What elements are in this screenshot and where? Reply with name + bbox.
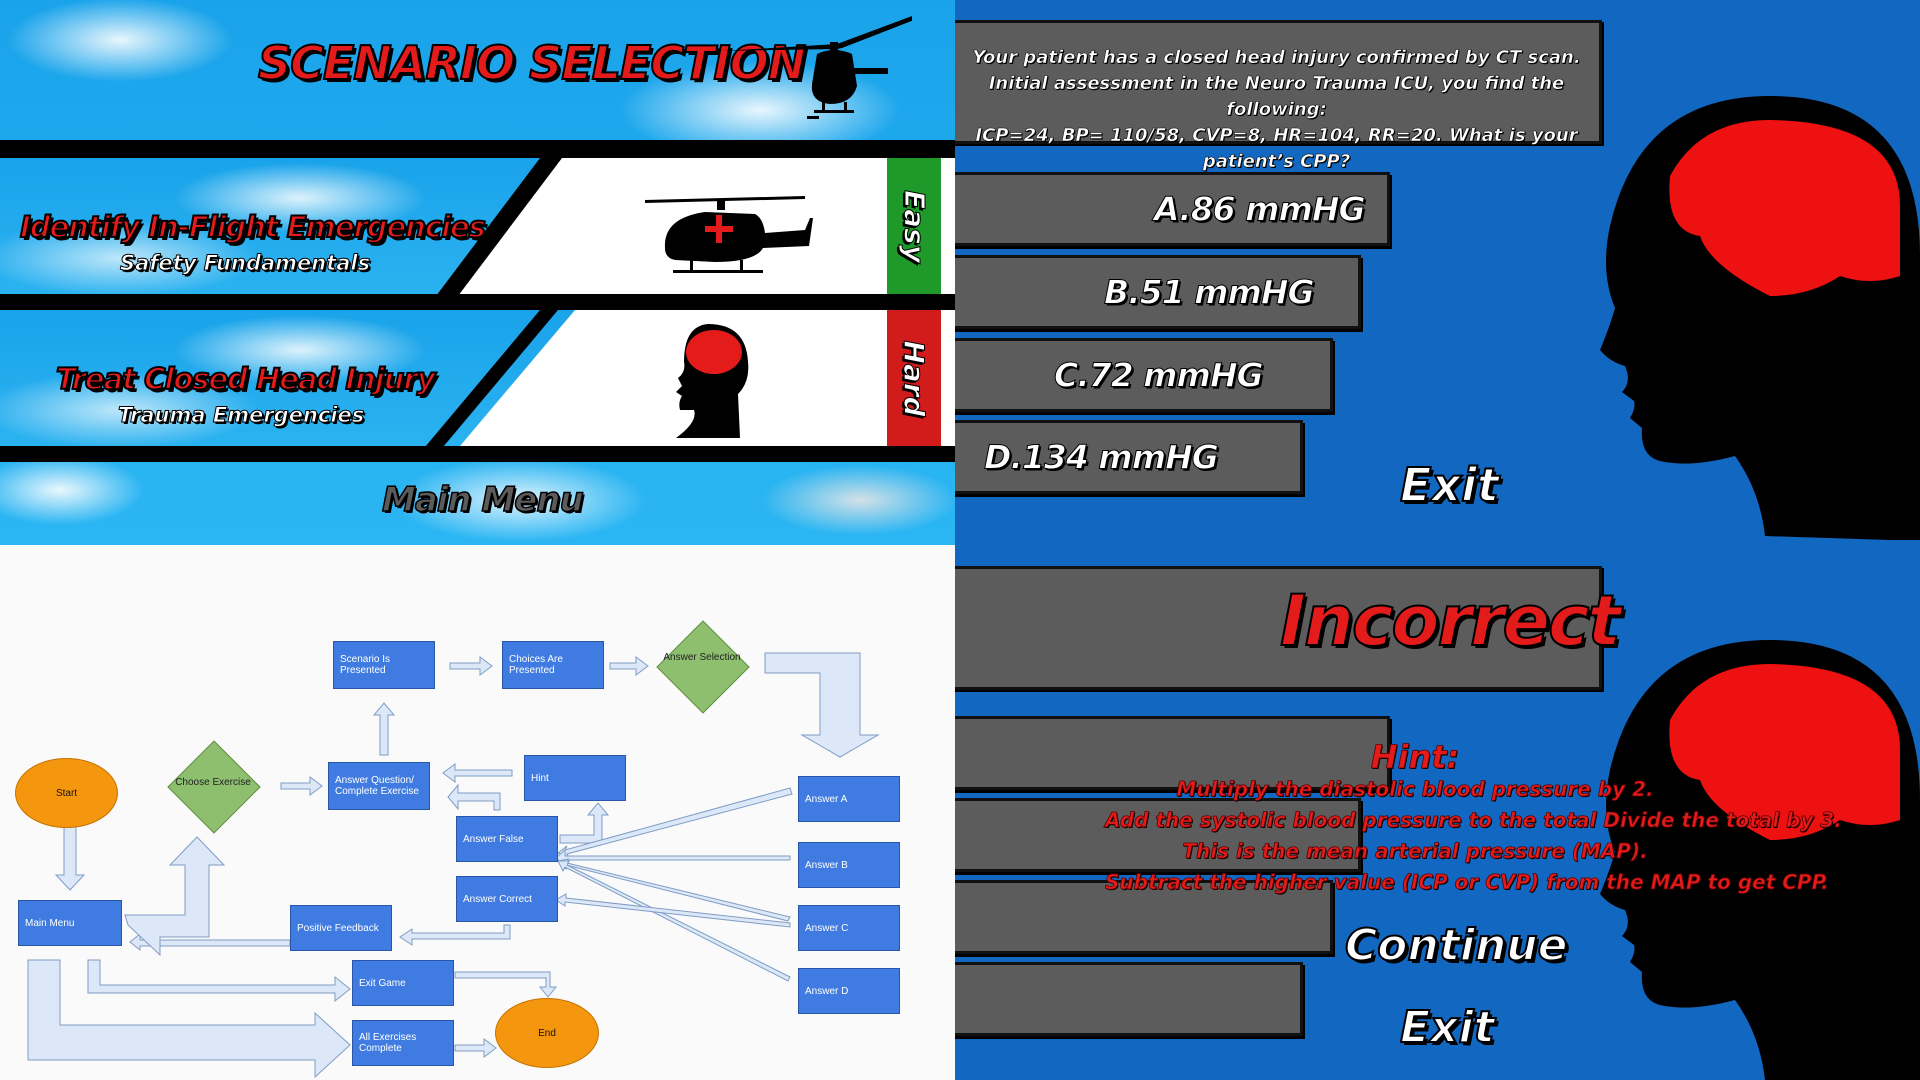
exit-button[interactable]: Exit	[1399, 1001, 1496, 1054]
flow-choose-exercise: Choose Exercise	[175, 777, 251, 788]
scenario-option-title: Treat Closed Head Injury	[55, 361, 437, 397]
answer-label: A.86 mmHG	[1154, 189, 1367, 229]
flow-choices-presented: Choices Are Presented	[502, 641, 604, 689]
answer-label: D.134 mmHG	[984, 437, 1220, 477]
result-text: Incorrect	[1279, 579, 1622, 663]
medical-helicopter-icon	[645, 196, 813, 273]
question-line: Your patient has a closed head injury co…	[972, 47, 1581, 69]
hint-title: Hint:	[1370, 738, 1460, 776]
flowchart: Start Choose Exercise Answer Question/ C…	[0, 545, 955, 1080]
question-line: ICP=24, BP= 110/58, CVP=8, HR=104, RR=20…	[975, 125, 1578, 173]
answer-a-button[interactable]: A.86 mmHG	[955, 172, 1390, 246]
flow-answer-false: Answer False	[456, 816, 558, 862]
flow-hint: Hint	[524, 755, 626, 801]
flow-answer-b: Answer B	[798, 842, 900, 888]
continue-button[interactable]: Continue	[1344, 919, 1568, 972]
flow-positive-feedback: Positive Feedback	[290, 905, 392, 951]
answer-label: B.51 mmHG	[1104, 272, 1316, 312]
hint-line: Subtract the higher value (ICP or CVP) f…	[1105, 870, 1829, 895]
question-box: Your patient has a closed head injury co…	[955, 20, 1602, 172]
divider	[0, 446, 955, 462]
flow-answer-d: Answer D	[798, 968, 900, 1014]
divider	[955, 540, 1920, 550]
helicopter-icon	[722, 16, 912, 119]
exit-button[interactable]: Exit	[1399, 457, 1500, 513]
answer-label: C.72 mmHG	[1054, 355, 1265, 395]
head-brain-icon	[1600, 96, 1920, 541]
flow-scenario-presented: Scenario Is Presented	[333, 641, 435, 689]
flow-answer-selection: Answer Selection	[663, 652, 741, 663]
hint-line: Multiply the diastolic blood pressure by…	[1176, 777, 1654, 802]
difficulty-label: Easy	[897, 189, 931, 263]
hint-line: This is the mean arterial pressure (MAP)…	[1182, 839, 1648, 864]
flow-end: End	[495, 998, 599, 1068]
flow-start: Start	[15, 758, 118, 828]
flow-exit-game: Exit Game	[352, 960, 454, 1006]
flow-answer-c: Answer C	[798, 905, 900, 951]
hint-line: Add the systolic blood pressure to the t…	[1105, 808, 1843, 833]
scenario-selection-screen: SCENARIO SELECTION Identify In-Flight Em…	[0, 0, 955, 545]
scenario-option-in-flight[interactable]: Identify In-Flight Emergencies Safety Fu…	[0, 158, 955, 294]
flow-all-complete: All Exercises Complete	[352, 1020, 454, 1066]
difficulty-badge-hard: Hard	[887, 310, 941, 446]
question-line: Initial assessment in the Neuro Trauma I…	[988, 73, 1565, 121]
flow-answer-question: Answer Question/ Complete Exercise	[328, 762, 430, 810]
flow-answer-correct: Answer Correct	[456, 876, 558, 922]
quiz-screen: Your patient has a closed head injury co…	[955, 0, 1920, 1080]
difficulty-label: Hard	[897, 339, 931, 417]
difficulty-badge-easy: Easy	[887, 158, 941, 294]
main-menu-button[interactable]: Main Menu	[381, 479, 584, 521]
hint-panel: Hint: Multiply the diastolic blood press…	[1105, 738, 1843, 898]
divider	[0, 140, 955, 158]
head-brain-icon	[676, 324, 749, 438]
scenario-option-subtitle: Trauma Emergencies	[117, 403, 365, 428]
scenario-option-title: Identify In-Flight Emergencies	[19, 209, 487, 245]
answer-c-button[interactable]: C.72 mmHG	[955, 338, 1333, 412]
flow-answer-a: Answer A	[798, 776, 900, 822]
scenario-option-subtitle: Safety Fundamentals	[119, 251, 371, 276]
scenario-option-head-injury[interactable]: Treat Closed Head Injury Trauma Emergenc…	[0, 310, 955, 446]
divider	[0, 294, 955, 310]
answer-button-disabled	[955, 962, 1303, 1036]
answer-d-button[interactable]: D.134 mmHG	[955, 420, 1303, 494]
answer-b-button[interactable]: B.51 mmHG	[955, 255, 1361, 329]
flow-main-menu: Main Menu	[18, 900, 122, 946]
